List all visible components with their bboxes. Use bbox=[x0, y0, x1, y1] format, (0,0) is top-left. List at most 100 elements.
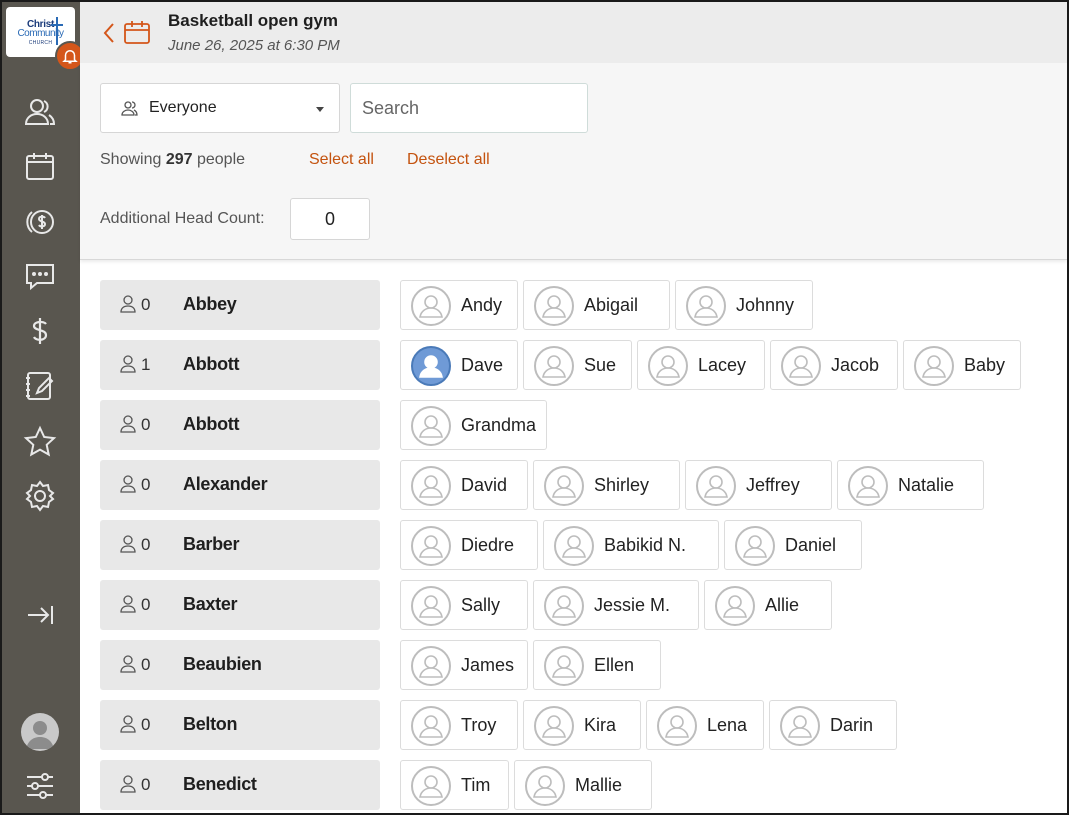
person-avatar-icon bbox=[544, 466, 584, 506]
person-name: James bbox=[461, 655, 515, 675]
showing-prefix: Showing bbox=[100, 151, 162, 168]
select-all-link[interactable]: Select all bbox=[309, 151, 374, 169]
person-chip[interactable]: Jessie M. bbox=[533, 580, 699, 630]
household-card[interactable]: 0 Baxter bbox=[100, 580, 380, 630]
person-name: Andy bbox=[461, 295, 503, 315]
person-name: Tim bbox=[461, 775, 491, 795]
household-card[interactable]: 0 Abbott bbox=[100, 400, 380, 450]
household-name: Belton bbox=[183, 714, 238, 734]
household-card[interactable]: 0 Beaubien bbox=[100, 640, 380, 690]
event-calendar-icon[interactable] bbox=[123, 19, 151, 45]
household-card[interactable]: 0 Abbey bbox=[100, 280, 380, 330]
person-avatar-icon bbox=[848, 466, 888, 506]
person-chip[interactable]: Allie bbox=[704, 580, 832, 630]
person-chip[interactable]: Ellen bbox=[533, 640, 661, 690]
person-chip[interactable]: David bbox=[400, 460, 528, 510]
person-chip[interactable]: Babikid N. bbox=[543, 520, 719, 570]
person-name: Grandma bbox=[461, 415, 537, 435]
person-chip[interactable]: Lena bbox=[646, 700, 764, 750]
household-person-icon bbox=[120, 655, 136, 678]
person-chip[interactable]: Baby bbox=[903, 340, 1021, 390]
head-count-label: Additional Head Count: bbox=[100, 210, 265, 227]
person-avatar-icon bbox=[735, 526, 775, 566]
household-row: 0 Abbey Andy Abigail Johnny bbox=[2, 280, 1067, 330]
household-name: Abbott bbox=[183, 414, 240, 434]
person-chip[interactable]: Sue bbox=[523, 340, 632, 390]
household-row: 0 Abbott Grandma bbox=[2, 400, 1067, 450]
back-chevron-icon[interactable] bbox=[102, 21, 116, 45]
giving-icon[interactable] bbox=[22, 203, 58, 239]
household-card[interactable]: 0 Alexander bbox=[100, 460, 380, 510]
person-name: Sue bbox=[584, 355, 617, 375]
event-title: Basketball open gym bbox=[168, 11, 339, 30]
person-avatar-icon bbox=[411, 586, 451, 626]
person-chip[interactable]: Shirley bbox=[533, 460, 680, 510]
person-name: David bbox=[461, 475, 508, 495]
household-name: Benedict bbox=[183, 774, 257, 794]
person-chip[interactable]: Jacob bbox=[770, 340, 898, 390]
search-input[interactable] bbox=[350, 83, 588, 133]
person-chip[interactable]: Tim bbox=[400, 760, 509, 810]
person-chip[interactable]: Johnny bbox=[675, 280, 813, 330]
person-chip[interactable]: Darin bbox=[769, 700, 897, 750]
group-filter-select[interactable]: Everyone bbox=[100, 83, 340, 133]
person-chip[interactable]: Sally bbox=[400, 580, 528, 630]
person-avatar-icon bbox=[715, 586, 755, 626]
person-avatar-icon bbox=[781, 346, 821, 386]
household-person-icon bbox=[120, 775, 136, 798]
person-chip[interactable]: Troy bbox=[400, 700, 518, 750]
person-avatar-icon bbox=[411, 646, 451, 686]
person-avatar-icon bbox=[411, 766, 451, 806]
deselect-all-link[interactable]: Deselect all bbox=[407, 151, 490, 169]
person-name: Diedre bbox=[461, 535, 515, 555]
event-datetime: June 26, 2025 at 6:30 PM bbox=[168, 37, 340, 54]
household-person-icon bbox=[120, 355, 136, 378]
person-name: Lena bbox=[707, 715, 748, 735]
household-card[interactable]: 0 Barber bbox=[100, 520, 380, 570]
person-name: Baby bbox=[964, 355, 1006, 375]
person-chip[interactable]: Mallie bbox=[514, 760, 652, 810]
person-chip[interactable]: Diedre bbox=[400, 520, 538, 570]
person-name: Jessie M. bbox=[594, 595, 671, 615]
person-avatar-icon bbox=[544, 586, 584, 626]
person-name: Johnny bbox=[736, 295, 795, 315]
household-card[interactable]: 0 Benedict bbox=[100, 760, 380, 810]
household-row: 1 Abbott Dave Sue Lacey Jacob Baby bbox=[2, 340, 1067, 390]
person-name: Abigail bbox=[584, 295, 639, 315]
person-name: Dave bbox=[461, 355, 504, 375]
person-name: Sally bbox=[461, 595, 501, 615]
person-chip[interactable]: Andy bbox=[400, 280, 518, 330]
person-name: Natalie bbox=[898, 475, 955, 495]
person-avatar-icon bbox=[411, 406, 451, 446]
head-count-input[interactable] bbox=[290, 198, 370, 240]
household-checked-count: 0 bbox=[141, 475, 151, 494]
household-card[interactable]: 0 Belton bbox=[100, 700, 380, 750]
household-row: 0 Benedict Tim Mallie bbox=[2, 760, 1067, 810]
household-row: 0 Barber Diedre Babikid N. Daniel bbox=[2, 520, 1067, 570]
person-chip[interactable]: Jeffrey bbox=[685, 460, 832, 510]
household-row: 0 Baxter Sally Jessie M. Allie bbox=[2, 580, 1067, 630]
person-avatar-icon bbox=[554, 526, 594, 566]
household-checked-count: 0 bbox=[141, 655, 151, 674]
person-name: Darin bbox=[830, 715, 874, 735]
people-icon[interactable] bbox=[22, 94, 58, 130]
person-chip[interactable]: Abigail bbox=[523, 280, 670, 330]
person-name: Allie bbox=[765, 595, 800, 615]
household-card[interactable]: 1 Abbott bbox=[100, 340, 380, 390]
person-chip[interactable]: James bbox=[400, 640, 528, 690]
person-avatar-icon bbox=[411, 346, 451, 386]
person-chip[interactable]: Natalie bbox=[837, 460, 984, 510]
person-chip[interactable]: Dave bbox=[400, 340, 518, 390]
household-person-icon bbox=[120, 475, 136, 498]
person-chip[interactable]: Lacey bbox=[637, 340, 765, 390]
household-checked-count: 0 bbox=[141, 535, 151, 554]
person-name: Jeffrey bbox=[746, 475, 800, 495]
person-avatar-icon bbox=[544, 646, 584, 686]
household-checked-count: 0 bbox=[141, 595, 151, 614]
household-row: 0 Beaubien James Ellen bbox=[2, 640, 1067, 690]
person-chip[interactable]: Daniel bbox=[724, 520, 862, 570]
person-chip[interactable]: Kira bbox=[523, 700, 641, 750]
household-person-icon bbox=[120, 415, 136, 438]
calendar-icon[interactable] bbox=[22, 148, 58, 184]
person-chip[interactable]: Grandma bbox=[400, 400, 547, 450]
